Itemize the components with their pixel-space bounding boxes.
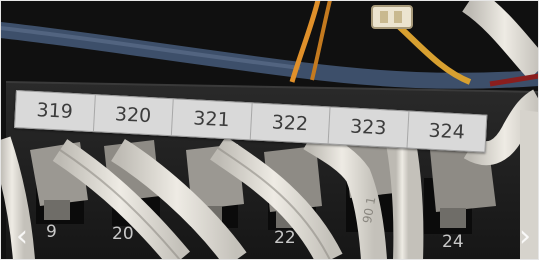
port-number-22: 22 (274, 228, 296, 248)
port-label-323: 323 (328, 107, 409, 148)
previous-image-button[interactable]: ‹ (10, 214, 34, 258)
port-label-324: 324 (427, 119, 466, 144)
port-number-24: 24 (442, 232, 464, 252)
chevron-left-icon: ‹ (16, 218, 28, 254)
port-number-20: 20 (112, 224, 134, 244)
port-label-321: 321 (171, 99, 253, 140)
port-label-322: 322 (250, 103, 331, 144)
port-number-9: 9 (46, 222, 57, 242)
port-label-319: 319 (15, 91, 96, 132)
image-viewer: 319 320 321 322 323 324 9 20 22 24 90 1 … (0, 0, 539, 260)
next-image-button[interactable]: › (513, 214, 537, 258)
port-label-320: 320 (93, 95, 174, 136)
chevron-right-icon: › (519, 218, 531, 254)
